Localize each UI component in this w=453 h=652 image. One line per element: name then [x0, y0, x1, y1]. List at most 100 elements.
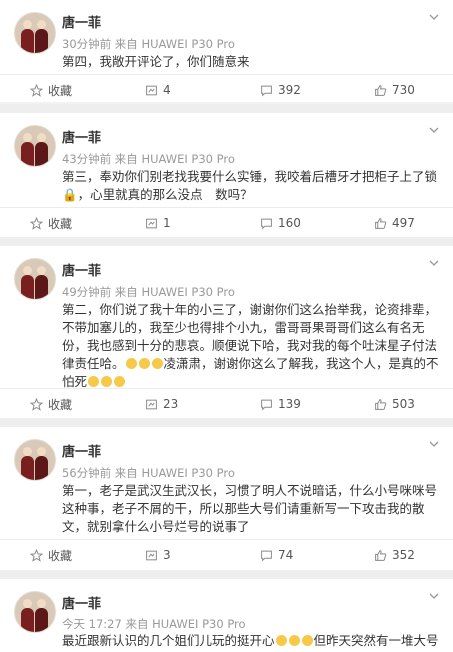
author-name[interactable]: 唐一菲	[62, 441, 101, 460]
favorite-button[interactable]: 收藏	[30, 75, 72, 105]
laughing-emoji-icon	[275, 635, 287, 646]
favorite-button[interactable]: 收藏	[30, 540, 72, 570]
post-meta: 30分钟前 来自 HUAWEI P30 Pro	[62, 37, 235, 51]
repost-count: 23	[163, 397, 179, 411]
repost-icon	[146, 85, 157, 95]
star-icon	[30, 548, 43, 562]
post-card: 唐一菲 今天 17:27 来自 HUAWEI P30 Pro 最近跟新认识的几个…	[0, 579, 453, 652]
post-card: 唐一菲 49分钟前 来自 HUAWEI P30 Pro 第二，你们说了我十年的小…	[0, 246, 453, 418]
favorite-button[interactable]: 收藏	[30, 389, 72, 419]
favorite-button[interactable]: 收藏	[30, 208, 72, 238]
avatar-figure	[21, 29, 34, 53]
repost-icon	[146, 550, 157, 560]
favorite-label: 收藏	[48, 548, 73, 563]
action-bar: 收藏 3 74 352	[0, 539, 453, 570]
avatar[interactable]	[14, 591, 56, 633]
like-count: 730	[392, 83, 415, 97]
like-button[interactable]: 497	[374, 208, 415, 238]
favorite-label: 收藏	[48, 83, 73, 98]
avatar[interactable]	[14, 12, 56, 54]
post-text: 第一，老子是武汉生武汉长，习惯了明人不说暗话，什么小号咪咪号这种事，老子不屑的干…	[62, 483, 438, 534]
avatar-face	[23, 266, 32, 275]
post-card: 唐一菲 30分钟前 来自 HUAWEI P30 Pro 第四，我敞开评论了，你们…	[0, 0, 453, 102]
avatar-face	[23, 133, 32, 142]
chevron-down-icon[interactable]	[429, 258, 439, 268]
thumbs-up-icon	[375, 398, 387, 410]
avatar-figure	[35, 142, 48, 166]
like-button[interactable]: 503	[374, 389, 415, 419]
avatar[interactable]	[14, 258, 56, 300]
star-icon	[30, 83, 43, 97]
repost-icon	[146, 218, 157, 228]
repost-count: 4	[163, 83, 171, 97]
comment-button[interactable]: 392	[260, 75, 301, 105]
laughing-emoji-icon	[151, 358, 163, 369]
laughing-emoji-icon	[101, 376, 113, 387]
comment-icon	[261, 218, 272, 230]
avatar-face	[23, 447, 32, 456]
comment-button[interactable]: 139	[260, 389, 301, 419]
repost-button[interactable]: 1	[145, 208, 171, 238]
laughing-emoji-icon	[301, 635, 313, 646]
favorite-label: 收藏	[48, 397, 73, 412]
avatar-face	[23, 599, 32, 608]
post-text-tail: 但昨天突然有一堆大号	[313, 633, 439, 648]
post-meta: 49分钟前 来自 HUAWEI P30 Pro	[62, 285, 235, 299]
laughing-emoji-icon	[288, 635, 300, 646]
avatar-face	[37, 133, 46, 142]
post-meta: 今天 17:27 来自 HUAWEI P30 Pro	[62, 617, 246, 631]
laughing-emoji-icon	[125, 358, 137, 369]
star-icon	[30, 397, 43, 411]
avatar-face	[37, 266, 46, 275]
post-text: 最近跟新认识的几个姐们儿玩的挺开心 但昨天突然有一堆大号	[62, 632, 442, 650]
post-card: 唐一菲 56分钟前 来自 HUAWEI P30 Pro 第一，老子是武汉生武汉长…	[0, 427, 453, 570]
repost-button[interactable]: 3	[145, 540, 171, 570]
repost-count: 3	[163, 548, 171, 562]
repost-button[interactable]: 23	[145, 389, 178, 419]
like-button[interactable]: 352	[374, 540, 415, 570]
comment-button[interactable]: 160	[260, 208, 301, 238]
comment-icon	[261, 550, 272, 562]
author-name[interactable]: 唐一菲	[62, 127, 101, 146]
avatar-figure	[35, 608, 48, 632]
chevron-down-icon[interactable]	[429, 591, 439, 601]
avatar-face	[37, 599, 46, 608]
like-count: 503	[392, 397, 415, 411]
star-icon	[30, 216, 43, 230]
favorite-label: 收藏	[48, 216, 73, 231]
divider	[0, 570, 453, 579]
laughing-emoji-icon	[138, 358, 150, 369]
post-card: 唐一菲 43分钟前 来自 HUAWEI P30 Pro 第三，奉劝你们别老找我要…	[0, 113, 453, 237]
comment-count: 392	[278, 83, 301, 97]
avatar-figure	[35, 29, 48, 53]
avatar-face	[37, 20, 46, 29]
divider	[0, 237, 453, 246]
avatar-figure	[21, 456, 34, 480]
laughing-emoji-icon	[114, 376, 126, 387]
post-text: 第三，奉劝你们别老找我要什么实锤，我咬着后槽牙才把柜子上了锁🔒，心里就真的那么没…	[62, 169, 438, 202]
avatar-face	[23, 20, 32, 29]
avatar-figure	[21, 275, 34, 299]
like-count: 352	[392, 548, 415, 562]
weibo-feed: 唐一菲 30分钟前 来自 HUAWEI P30 Pro 第四，我敞开评论了，你们…	[0, 0, 453, 652]
avatar[interactable]	[14, 439, 56, 481]
post-text-main: 最近跟新认识的几个姐们儿玩的挺开心	[62, 633, 275, 648]
repost-button[interactable]: 4	[145, 75, 171, 105]
avatar-figure	[35, 456, 48, 480]
chevron-down-icon[interactable]	[429, 439, 439, 449]
author-name[interactable]: 唐一菲	[62, 260, 101, 279]
divider	[0, 418, 453, 427]
post-text: 第二，你们说了我十年的小三了，谢谢你们这么抬举我，论资排辈，不带加塞儿的，我至少…	[62, 301, 442, 391]
author-name[interactable]: 唐一菲	[62, 12, 101, 31]
post-meta: 56分钟前 来自 HUAWEI P30 Pro	[62, 466, 235, 480]
author-name[interactable]: 唐一菲	[62, 593, 101, 612]
chevron-down-icon[interactable]	[429, 12, 439, 22]
chevron-down-icon[interactable]	[429, 125, 439, 135]
avatar-figure	[21, 608, 34, 632]
like-button[interactable]: 730	[374, 75, 415, 105]
avatar[interactable]	[14, 125, 56, 167]
comment-count: 139	[278, 397, 301, 411]
comment-button[interactable]: 74	[260, 540, 293, 570]
thumbs-up-icon	[375, 217, 387, 229]
post-meta: 43分钟前 来自 HUAWEI P30 Pro	[62, 152, 235, 166]
